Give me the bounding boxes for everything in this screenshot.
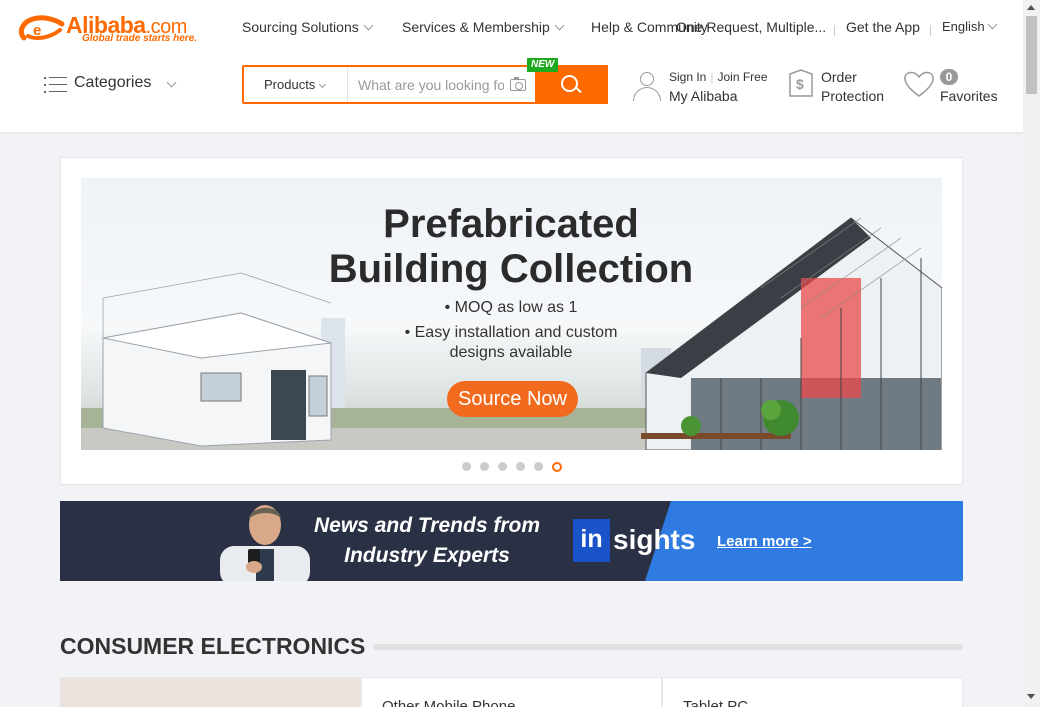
carousel-dot-2[interactable] — [480, 462, 489, 471]
carousel-dot-6[interactable] — [552, 461, 562, 472]
carousel-dot-5[interactable] — [534, 462, 543, 471]
top-navigation: Sourcing Solutions Services & Membership… — [242, 19, 1023, 39]
learn-more-link[interactable]: Learn more > — [717, 533, 812, 550]
svg-text:$: $ — [796, 76, 804, 92]
nav-get-app[interactable]: Get the App — [846, 19, 920, 35]
order-protection-link[interactable]: $ Order Protection — [786, 68, 896, 108]
favorites-link[interactable]: 0 Favorites — [902, 68, 1012, 108]
scroll-up-arrow-icon[interactable] — [1027, 5, 1035, 10]
source-now-button[interactable]: Source Now — [447, 381, 578, 417]
favorites-count-badge: 0 — [940, 69, 958, 85]
category-card[interactable]: Other Mobile Phone — [361, 677, 662, 707]
page-scrollbar[interactable] — [1023, 0, 1040, 707]
chevron-down-icon — [987, 19, 998, 30]
svg-text:e: e — [33, 22, 41, 39]
search-icon — [561, 75, 578, 92]
language-label: English — [942, 19, 985, 34]
insights-banner[interactable]: News and Trends from Industry Experts in… — [60, 501, 963, 581]
search-category-select[interactable]: Products — [244, 67, 348, 102]
account-menu[interactable]: Sign In | Join Free My Alibaba — [632, 68, 772, 108]
order-protection-line1: Order — [821, 69, 857, 85]
nav-sourcing-solutions[interactable]: Sourcing Solutions — [242, 19, 374, 35]
nav-services-label: Services & Membership — [402, 19, 550, 35]
hero-slide[interactable]: Prefabricated Building Collection • MOQ … — [81, 178, 942, 450]
search-category-label: Products — [264, 77, 316, 92]
chevron-down-icon — [319, 80, 327, 89]
chevron-down-icon — [166, 77, 177, 88]
banner-bullet-moq: • MOQ as low as 1 — [444, 299, 578, 316]
scroll-thumb[interactable] — [1026, 16, 1037, 94]
nav-one-request[interactable]: One Request, Multiple... — [676, 19, 826, 35]
site-header: e Alibaba.com Global trade starts here. … — [0, 0, 1023, 132]
section-title: CONSUMER ELECTRONICS — [60, 633, 366, 659]
sign-in-row: Sign In | Join Free — [669, 70, 768, 84]
alibaba-smile-icon: e — [18, 15, 65, 41]
sign-in-link[interactable]: Sign In — [669, 70, 706, 84]
menu-list-icon — [44, 77, 67, 93]
insights-logo-mark: in — [573, 519, 610, 562]
alibaba-logo[interactable]: e Alibaba.com Global trade starts here. — [16, 12, 206, 48]
search-icon-handle — [575, 86, 582, 94]
featured-image-card[interactable] — [60, 677, 361, 707]
categories-label: Categories — [74, 74, 152, 91]
presenter-photo — [220, 505, 310, 581]
search-input[interactable] — [350, 67, 504, 102]
nav-app-label: Get the App — [846, 19, 920, 35]
order-protection-line2: Protection — [821, 88, 885, 104]
banner-bullet-installation: • Easy installation and custom designs a… — [404, 324, 618, 361]
chevron-down-icon — [554, 20, 565, 31]
category-card[interactable]: Tablet PC — [662, 677, 963, 707]
insights-headline: News and Trends from Industry Experts — [314, 514, 540, 567]
logo-tagline: Global trade starts here. — [82, 33, 198, 44]
my-alibaba-link[interactable]: My Alibaba — [669, 88, 737, 104]
search-bar: Products NEW — [242, 58, 608, 104]
new-badge: NEW — [527, 58, 559, 72]
chevron-down-icon — [363, 20, 374, 31]
language-selector[interactable]: English — [942, 19, 998, 34]
nav-separator — [930, 25, 931, 36]
section-divider — [373, 644, 963, 650]
category-card-title: Tablet PC — [683, 698, 749, 707]
banner-title: Prefabricated Building Collection — [328, 202, 694, 291]
carousel-dot-4[interactable] — [516, 462, 525, 471]
user-icon — [632, 70, 662, 102]
nav-sourcing-label: Sourcing Solutions — [242, 19, 359, 35]
category-card-title: Other Mobile Phone — [382, 698, 516, 707]
camera-icon[interactable] — [510, 77, 526, 91]
nav-one-request-label: One Request, Multiple... — [676, 19, 827, 35]
nav-separator — [834, 25, 835, 36]
heart-icon — [904, 71, 934, 97]
join-free-link[interactable]: Join Free — [717, 70, 767, 84]
order-protection-icon: $ — [789, 69, 813, 97]
scroll-down-arrow-icon[interactable] — [1027, 694, 1035, 699]
carousel-dot-1[interactable] — [462, 462, 471, 471]
insights-logo-text: sights — [613, 524, 696, 555]
hero-carousel: Prefabricated Building Collection • MOQ … — [60, 157, 963, 485]
carousel-dot-3[interactable] — [498, 462, 507, 471]
favorites-label: Favorites — [940, 88, 998, 104]
category-cards: Other Mobile Phone Tablet PC — [60, 677, 963, 707]
nav-services-membership[interactable]: Services & Membership — [402, 19, 565, 35]
